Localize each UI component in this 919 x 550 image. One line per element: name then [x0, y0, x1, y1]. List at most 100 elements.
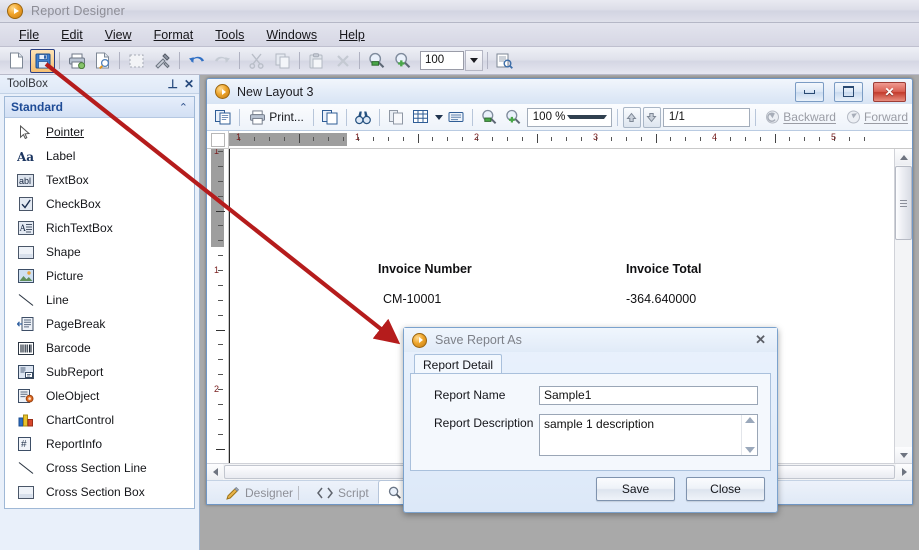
copy-button[interactable] — [319, 106, 341, 129]
toolbox-item-richtextbox[interactable]: A RichTextBox — [5, 216, 194, 240]
zoom-combo[interactable]: 100 % — [526, 107, 612, 127]
triangle-down-icon[interactable] — [744, 447, 755, 453]
x-delete-icon — [336, 54, 349, 67]
chevron-down-icon[interactable] — [566, 115, 607, 119]
vertical-scroll-thumb[interactable] — [895, 166, 912, 240]
forward-button[interactable]: Forward — [842, 110, 912, 124]
paste-button[interactable] — [304, 49, 329, 73]
toolbox-item-textbox[interactable]: abl TextBox — [5, 168, 194, 192]
tab-script[interactable]: Script — [308, 482, 378, 504]
printer-icon — [250, 109, 266, 125]
copy-button[interactable] — [270, 49, 295, 73]
toolbox-item-line[interactable]: Line — [5, 288, 194, 312]
page-setup-button[interactable] — [445, 106, 467, 129]
toolbox-item-label[interactable]: Aa Label — [5, 144, 194, 168]
triangle-up-icon[interactable] — [744, 417, 755, 423]
toolbox-item-pagebreak[interactable]: PageBreak — [5, 312, 194, 336]
report-value-invoice-number[interactable]: CM-10001 — [383, 292, 441, 306]
zoom-dropdown-button[interactable] — [465, 50, 483, 71]
toolbox-item-cross-section-line[interactable]: Cross Section Line — [5, 456, 194, 480]
multi-page-button[interactable] — [410, 106, 432, 129]
previous-page-button[interactable] — [622, 106, 641, 128]
ruler-corner[interactable] — [207, 131, 229, 148]
ruler-margin-band — [229, 133, 347, 146]
vertical-scroll-track[interactable] — [896, 241, 911, 447]
delete-button[interactable] — [330, 49, 355, 73]
toolbox-item-subreport[interactable]: SubReport — [5, 360, 194, 384]
dialog-title-bar: Save Report As ✕ — [404, 328, 777, 352]
save-button[interactable]: Save — [596, 476, 675, 501]
toolbox-item-checkbox[interactable]: CheckBox — [5, 192, 194, 216]
description-scrollbar[interactable] — [741, 415, 757, 455]
report-description-input[interactable]: sample 1 description — [540, 415, 741, 455]
menu-tools[interactable]: Tools — [204, 26, 255, 44]
ruler-tick — [218, 225, 223, 227]
zoom-in-button[interactable] — [502, 106, 524, 129]
backward-button[interactable]: Backward — [761, 110, 840, 124]
scroll-down-button[interactable] — [895, 447, 912, 463]
close-icon[interactable]: ✕ — [184, 77, 194, 91]
horizontal-ruler[interactable]: 1 1 2 3 4 5 — [229, 131, 895, 148]
menu-file[interactable]: File — [8, 26, 50, 44]
chevron-down-icon[interactable] — [434, 114, 443, 120]
report-properties-button[interactable] — [492, 49, 517, 73]
chevron-up-icon[interactable]: ⌃ — [179, 101, 188, 114]
zoom-out-button[interactable] — [478, 106, 500, 129]
triangle-down-icon — [899, 452, 908, 458]
toolbox-item-cross-section-box[interactable]: Cross Section Box — [5, 480, 194, 504]
tools-button[interactable] — [150, 49, 175, 73]
select-all-button[interactable] — [124, 49, 149, 73]
save-button[interactable] — [30, 48, 55, 73]
print-button[interactable]: Print... — [245, 109, 308, 125]
new-document-button[interactable] — [4, 49, 29, 73]
zoom-in-button[interactable] — [390, 49, 415, 73]
zoom-out-button[interactable] — [364, 49, 389, 73]
toolbox-item-pointer[interactable]: Pointer — [5, 120, 194, 144]
report-header-invoice-total[interactable]: Invoice Total — [626, 262, 701, 276]
menu-windows[interactable]: Windows — [255, 26, 328, 44]
ruler-number: 1 — [214, 265, 220, 275]
toolbox-group-header[interactable]: Standard ⌃ — [5, 97, 194, 118]
next-page-button[interactable] — [642, 106, 661, 128]
clipboard-paste-icon — [309, 52, 323, 68]
window-close-button[interactable]: ✕ — [873, 81, 906, 102]
report-value-invoice-total[interactable]: -364.640000 — [626, 292, 696, 306]
window-minimize-button[interactable] — [795, 81, 824, 102]
toolbox-item-reportinfo[interactable]: # ReportInfo — [5, 432, 194, 456]
find-button[interactable] — [352, 106, 374, 129]
svg-text:#: # — [21, 439, 27, 450]
scroll-up-button[interactable] — [895, 149, 912, 165]
menu-help[interactable]: Help — [328, 26, 376, 44]
toolbox-item-picture[interactable]: Picture — [5, 264, 194, 288]
toolbox-item-shape[interactable]: Shape — [5, 240, 194, 264]
print-preview-button[interactable] — [90, 49, 115, 73]
toolbox-item-barcode[interactable]: Barcode — [5, 336, 194, 360]
undo-button[interactable] — [184, 49, 209, 73]
menu-view[interactable]: View — [94, 26, 143, 44]
vertical-scrollbar[interactable] — [894, 149, 912, 463]
pin-icon[interactable]: ⊥ — [167, 77, 177, 91]
floppy-disk-icon — [35, 53, 50, 68]
single-page-button[interactable] — [385, 106, 407, 129]
ole-object-icon — [17, 388, 34, 405]
menu-format[interactable]: Format — [143, 26, 205, 44]
report-name-input[interactable]: Sample1 — [539, 386, 758, 405]
cut-button[interactable] — [244, 49, 269, 73]
menu-edit[interactable]: Edit — [50, 26, 94, 44]
window-maximize-button[interactable] — [834, 81, 863, 102]
scroll-left-button[interactable] — [207, 464, 223, 480]
close-button[interactable]: Close — [686, 476, 765, 501]
redo-button[interactable] — [210, 49, 235, 73]
scroll-right-button[interactable] — [896, 464, 912, 480]
zoom-level-input[interactable]: 100 — [420, 51, 464, 70]
print-button[interactable] — [64, 49, 89, 73]
report-header-invoice-number[interactable]: Invoice Number — [378, 262, 472, 276]
copy-layout-button[interactable] — [212, 106, 234, 129]
tab-designer[interactable]: Designer — [217, 482, 308, 504]
dialog-close-icon[interactable]: ✕ — [752, 332, 769, 348]
tab-report-detail[interactable]: Report Detail — [414, 354, 503, 374]
page-indicator-input[interactable]: 1/1 — [662, 107, 751, 127]
toolbox-item-chartcontrol[interactable]: ChartControl — [5, 408, 194, 432]
vertical-ruler[interactable]: 1 1 2 — [207, 149, 229, 463]
toolbox-item-oleobject[interactable]: OleObject — [5, 384, 194, 408]
